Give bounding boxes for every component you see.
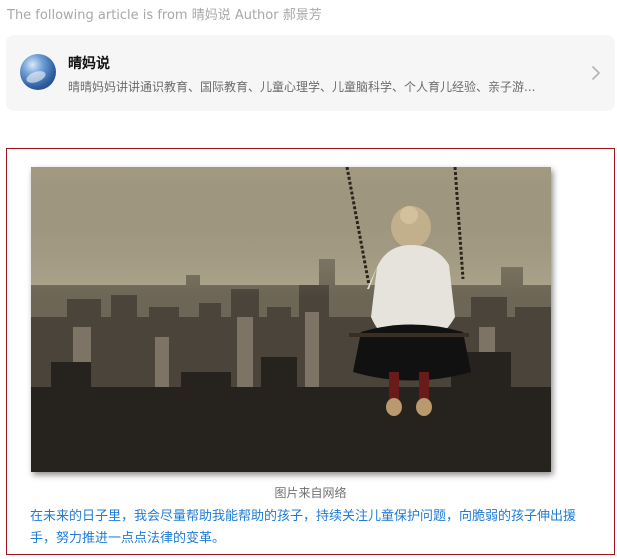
article-content-frame: 图片来自网络 在未来的日子里，我会尽量帮助我能帮助的孩子，持续关注儿童保护问题，… [6,148,615,555]
globe-avatar-icon [20,54,56,90]
account-profile-card[interactable]: 晴妈说 晴晴妈妈讲讲通识教育、国际教育、儿童心理学、儿童脑科学、个人育儿经验、亲… [6,35,615,111]
city-swing-illustration [31,167,551,472]
chevron-right-icon [592,66,600,80]
article-body-paragraph: 在未来的日子里，我会尽量帮助我能帮助的孩子，持续关注儿童保护问题，向脆弱的孩子伸… [30,509,577,546]
article-source-line: The following article is from 晴妈说 Author… [7,8,322,23]
image-caption: 图片来自网络 [274,486,347,500]
account-name: 晴妈说 [68,56,110,72]
article-photo [31,167,551,472]
account-description: 晴晴妈妈讲讲通识教育、国际教育、儿童心理学、儿童脑科学、个人育儿经验、亲子游..… [68,80,536,94]
